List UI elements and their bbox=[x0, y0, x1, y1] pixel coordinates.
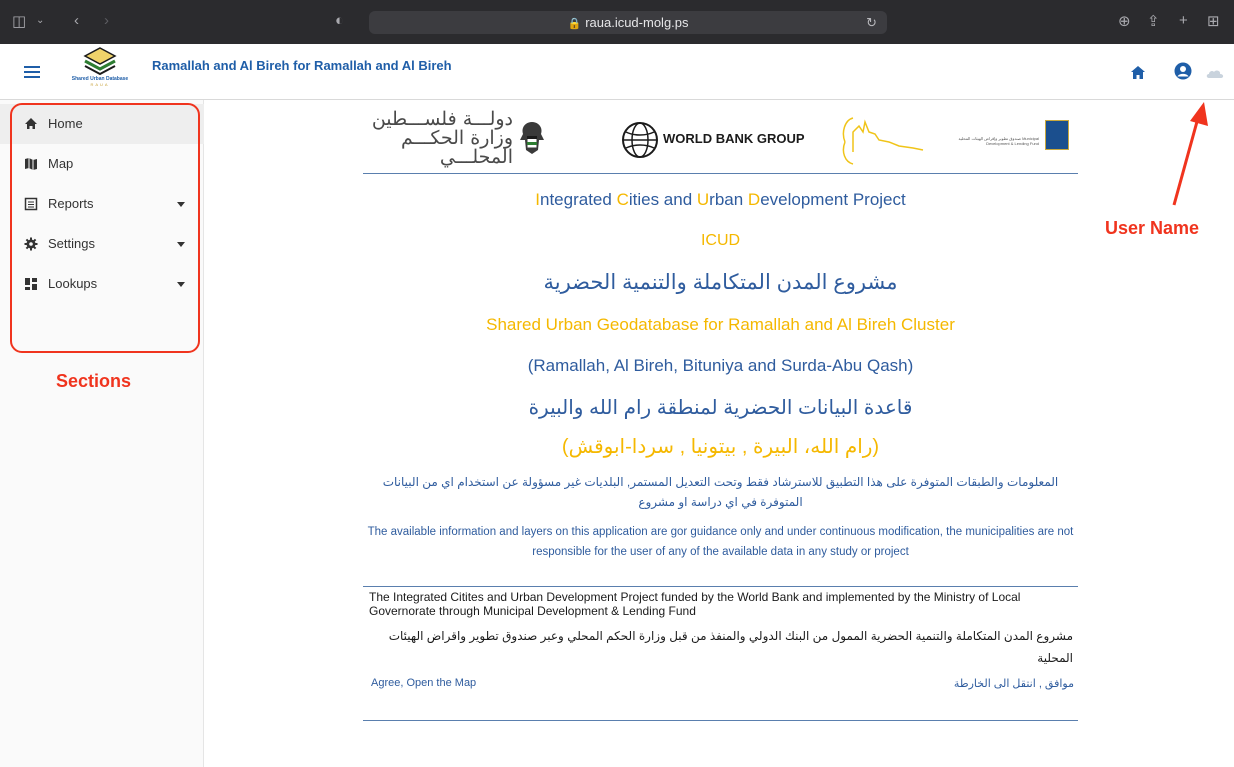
geodatabase-subtitle: Shared Urban Geodatabase for Ramallah an… bbox=[486, 315, 955, 334]
disclaimer-english: The available information and layers on … bbox=[367, 526, 1074, 558]
agree-open-map-link-arabic[interactable]: موافق , انتقل الى الخارطة bbox=[954, 677, 1074, 690]
project-acronym: ICUD bbox=[700, 232, 741, 249]
funding-statement-arabic: مشروع المدن المتكاملة والتنمية الحضرية ا… bbox=[388, 629, 1073, 665]
cluster-cities: (Ramallah, Al Bireh, Bituniya and Surda-… bbox=[527, 356, 914, 375]
world-bank-text: WORLD BANK GROUP bbox=[663, 131, 805, 146]
sections-annotation-box bbox=[10, 103, 200, 353]
app-header: Shared Urban Database RAUA Ramallah and … bbox=[0, 44, 1234, 100]
home-icon[interactable] bbox=[1131, 66, 1145, 79]
layers-logo-icon bbox=[83, 47, 117, 76]
reload-icon[interactable]: ↻ bbox=[866, 11, 877, 34]
disclaimer-arabic: المعلومات والطبقات المتوفرة على هذا التط… bbox=[382, 475, 1059, 509]
shield-icon[interactable]: ◐ bbox=[335, 12, 344, 29]
lock-icon: 🔒 bbox=[567, 18, 582, 30]
sections-annotation-label: Sections bbox=[56, 371, 132, 391]
funding-statement-english: The Integrated Citites and Urban Develop… bbox=[369, 590, 1021, 618]
annotation-arrow-icon bbox=[1172, 102, 1208, 206]
app-logo: Shared Urban Database RAUA bbox=[58, 46, 142, 94]
new-tab-icon[interactable]: + bbox=[1179, 12, 1188, 29]
chevron-down-icon[interactable]: ⌄ bbox=[36, 15, 44, 26]
tab-overview-icon[interactable]: ⊞ bbox=[1207, 12, 1220, 30]
agree-open-map-link[interactable]: Agree, Open the Map bbox=[371, 677, 476, 689]
download-icon[interactable]: ⊕ bbox=[1118, 12, 1131, 30]
address-bar[interactable]: 🔒 raua.icud-molg.ps ↻ bbox=[369, 11, 887, 34]
back-icon[interactable]: ‹ bbox=[74, 12, 79, 29]
menu-icon[interactable] bbox=[24, 66, 40, 81]
logo-subtitle: RAUA bbox=[90, 82, 110, 87]
cloud-icon bbox=[1206, 70, 1224, 78]
app-title: Ramallah and Al Bireh for Ramallah and A… bbox=[152, 58, 452, 73]
browser-toolbar: ◫ ⌄ ‹ › ◐ 🔒 raua.icud-molg.ps ↻ ⊕ ⇪ + ⊞ bbox=[0, 0, 1234, 44]
state-of-palestine-text: دولـــة فلســـطين وزارة الحكـــم المحلــ… bbox=[371, 108, 513, 168]
partner-logos-banner: دولـــة فلســـطين وزارة الحكـــم المحلــ… bbox=[363, 110, 1078, 174]
palestine-emblem-icon bbox=[520, 122, 544, 154]
share-icon[interactable]: ⇪ bbox=[1147, 12, 1160, 30]
user-name-annotation-label: User Name bbox=[1105, 218, 1200, 238]
cluster-cities-arabic: (رام الله، البيرة , بيتونيا , سردا-ابوقش… bbox=[561, 436, 880, 458]
url-text: raua.icud-molg.ps bbox=[585, 15, 689, 30]
forward-icon[interactable]: › bbox=[104, 12, 109, 29]
project-title: Integrated Cities and Urban Development … bbox=[535, 190, 906, 209]
world-bank-globe-icon bbox=[622, 122, 658, 158]
geodatabase-subtitle-arabic: قاعدة البيانات الحضرية لمنطقة رام الله و… bbox=[528, 397, 913, 419]
city-skyline-icon bbox=[842, 117, 924, 165]
sidebar-toggle-icon[interactable]: ◫ bbox=[12, 12, 26, 30]
funding-footer: The Integrated Citites and Urban Develop… bbox=[363, 586, 1078, 721]
project-title-arabic: مشروع المدن المتكاملة والتنمية الحضرية bbox=[543, 271, 898, 294]
mdlf-logo-icon bbox=[1045, 120, 1069, 150]
user-circle-icon[interactable] bbox=[1174, 62, 1192, 80]
mdlf-text: صندوق تطوير وإقراض الهيئات المحلية Munic… bbox=[958, 136, 1039, 146]
